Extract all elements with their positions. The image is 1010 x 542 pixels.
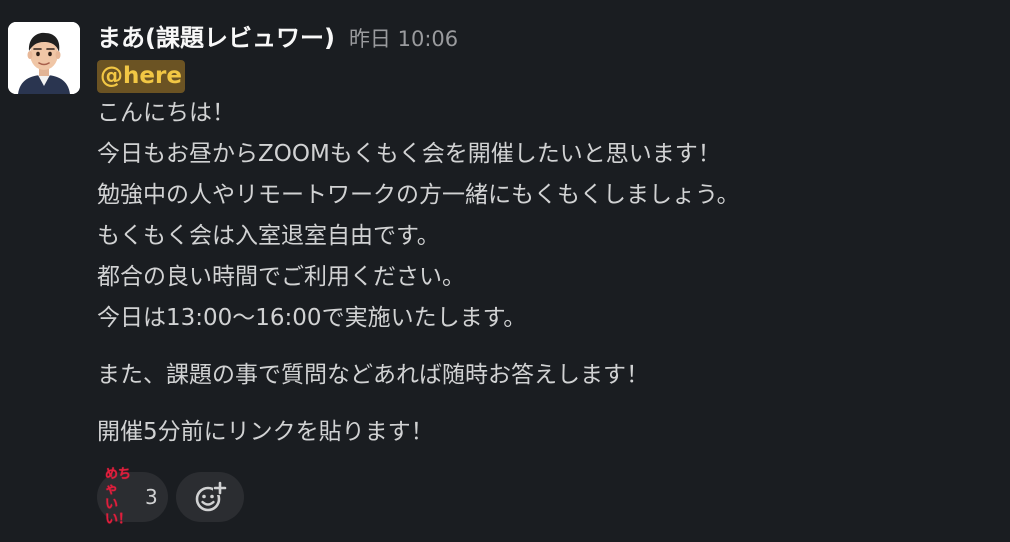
emoji-text-line: めちゃ	[105, 467, 132, 497]
message-paragraph: また、課題の事で質問などあれば随時お答えします！	[97, 362, 649, 388]
author-name[interactable]: まあ(課題レビュワー)	[97, 18, 335, 53]
reaction-count: 3	[145, 485, 158, 509]
message-header: まあ(課題レビュワー) 昨日 10:06	[97, 18, 1000, 56]
message-content: まあ(課題レビュワー) 昨日 10:06 @here こんにちは！ 今日もお昼か…	[97, 18, 1000, 453]
memoji-avatar-icon	[8, 22, 80, 94]
mechaii-emoji-icon: めちゃ いい！	[105, 467, 141, 527]
message-line: 今日は13:00〜16:00で実施いたします。	[97, 305, 527, 331]
reaction-mechaii[interactable]: めちゃ いい！ 3	[97, 467, 168, 527]
message-line: 今日もお昼からZOOMもくもく会を開催したいと思います！	[97, 141, 721, 167]
add-reaction-button[interactable]	[175, 472, 244, 522]
avatar[interactable]	[8, 22, 80, 94]
reaction-bar: めちゃ いい！ 3	[97, 467, 244, 527]
message-line: 都合の良い時間でご利用ください。	[97, 264, 465, 290]
message-timestamp[interactable]: 昨日 10:06	[349, 23, 458, 53]
here-mention[interactable]: @here	[97, 60, 185, 93]
message-line: もくもく会は入室退室自由です。	[97, 223, 440, 249]
message-line: 勉強中の人やリモートワークの方一緒にもくもくしましょう。	[97, 182, 740, 208]
chat-message: まあ(課題レビュワー) 昨日 10:06 @here こんにちは！ 今日もお昼か…	[0, 0, 1010, 542]
emoji-text-line: いい！	[105, 497, 132, 527]
message-paragraph: 開催5分前にリンクを貼ります！	[97, 419, 434, 445]
add-reaction-icon	[195, 481, 227, 512]
message-line: こんにちは！	[97, 100, 235, 126]
